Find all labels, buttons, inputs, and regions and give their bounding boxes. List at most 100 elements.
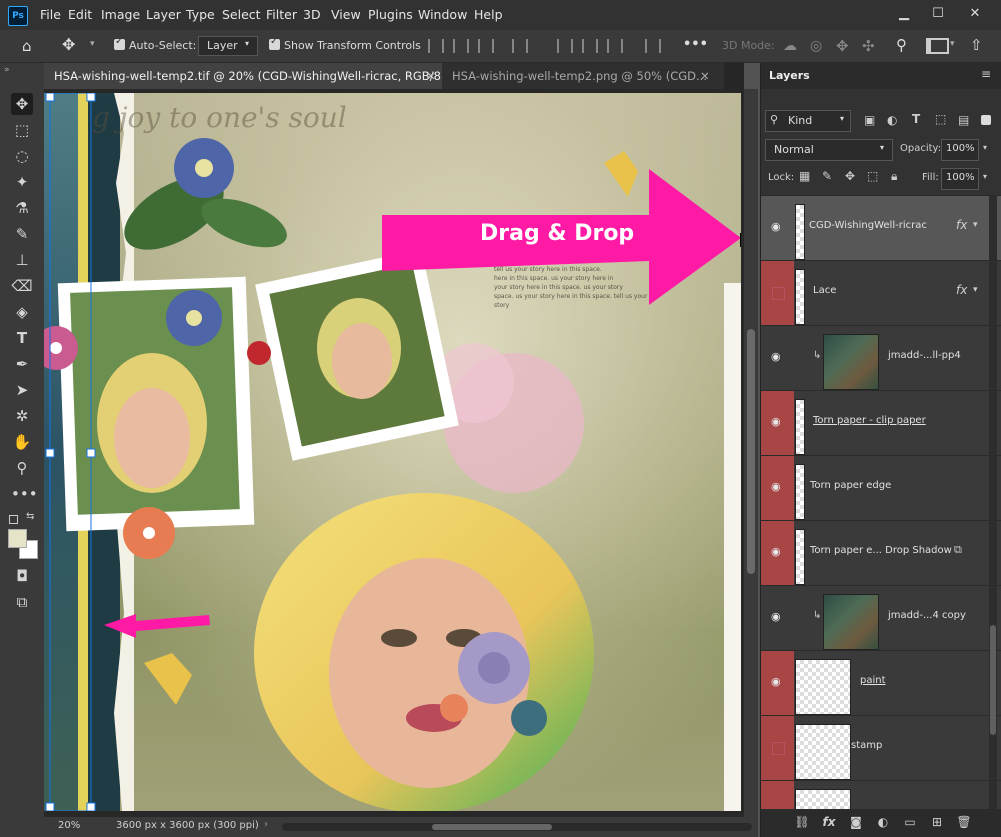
layer-name[interactable]: jmadd-...4 copy — [888, 610, 966, 621]
swap-colors-icon[interactable]: ⇆ — [26, 511, 34, 522]
marquee-tool-icon[interactable]: ⬚ — [11, 119, 33, 141]
more-options-icon[interactable]: ••• — [683, 37, 708, 52]
layer-row[interactable]: Lace fx ▾ — [761, 260, 1001, 325]
move-tool-icon[interactable]: ✥ — [11, 93, 33, 115]
visibility-toggle[interactable] — [761, 781, 794, 810]
chevron-down-icon[interactable]: ▾ — [950, 39, 955, 49]
tab-active-document[interactable]: HSA-wishing-well-temp2.tif @ 20% (CGD-Wi… — [44, 63, 448, 109]
layer-name[interactable]: paint — [860, 675, 886, 686]
foreground-color-swatch[interactable] — [8, 529, 27, 548]
visibility-toggle[interactable]: ◉ — [761, 521, 794, 585]
chevron-down-icon[interactable]: ▾ — [973, 285, 978, 295]
layer-name[interactable]: Torn paper e... Drop Shadow — [810, 545, 952, 556]
roll-3d-icon[interactable]: ◎ — [810, 38, 822, 54]
align-top-icon[interactable] — [557, 39, 573, 53]
orbit-3d-icon[interactable]: ☁ — [783, 38, 797, 54]
filter-type-icon[interactable]: T — [912, 112, 920, 126]
fx-icon[interactable]: fx — [956, 218, 967, 232]
fx-icon[interactable]: fx — [821, 815, 837, 831]
align-middle-icon[interactable] — [582, 39, 598, 53]
lock-transparent-icon[interactable]: ▦ — [799, 169, 810, 183]
layer-row[interactable]: ◉ Torn paper edge — [761, 455, 1001, 520]
pan-3d-icon[interactable]: ✥ — [836, 37, 849, 55]
workspace-icon[interactable] — [926, 38, 949, 54]
layer-name[interactable]: Lace — [813, 285, 836, 296]
close-button[interactable]: ✕ — [958, 0, 992, 30]
close-tab-icon[interactable]: ✕ — [426, 63, 436, 89]
distribute-icon[interactable] — [512, 39, 528, 53]
distribute-vertical-icon[interactable] — [645, 39, 661, 53]
menu-layer[interactable]: Layer — [146, 7, 181, 22]
visibility-toggle[interactable]: ◉ — [761, 326, 794, 390]
panel-title[interactable]: Layers — [769, 69, 810, 82]
opacity-input[interactable]: 100% — [941, 139, 979, 161]
layer-row[interactable]: stamp — [761, 715, 1001, 780]
layer-name[interactable]: CGD-WishingWell-ricrac — [809, 220, 927, 231]
menu-window[interactable]: Window — [418, 7, 467, 22]
filter-smart-icon[interactable]: ▤ — [958, 113, 969, 127]
filter-adjustment-icon[interactable]: ◐ — [887, 113, 897, 127]
eraser-tool-icon[interactable]: ⌫ — [11, 275, 33, 297]
menu-help[interactable]: Help — [474, 7, 503, 22]
blend-mode-dropdown[interactable]: Normal ▾ — [765, 139, 893, 161]
zoom-tool-icon[interactable]: ⚲ — [11, 457, 33, 479]
scrollbar-thumb[interactable] — [747, 329, 755, 574]
menu-plugins[interactable]: Plugins — [368, 7, 413, 22]
align-right-icon[interactable] — [478, 39, 494, 53]
panel-menu-icon[interactable]: ≡ — [981, 67, 991, 81]
layer-name[interactable]: Torn paper - clip paper — [813, 415, 926, 426]
magic-wand-icon[interactable]: ✦ — [11, 171, 33, 193]
layer-name[interactable]: Torn paper edge — [810, 480, 891, 491]
layer-row[interactable] — [761, 780, 1001, 810]
link-icon[interactable]: ⛓ — [794, 815, 810, 831]
menu-3d[interactable]: 3D — [303, 7, 321, 22]
filter-pixel-icon[interactable]: ▣ — [864, 113, 875, 127]
visibility-toggle[interactable]: ◉ — [761, 651, 794, 715]
auto-select-checkbox[interactable] — [114, 36, 125, 50]
visibility-toggle[interactable]: ◉ — [761, 196, 794, 260]
layer-row[interactable]: ◉ Torn paper - clip paper — [761, 390, 1001, 455]
menu-view[interactable]: View — [331, 7, 361, 22]
align-left-icon[interactable] — [428, 39, 444, 53]
mask-icon[interactable]: ◙ — [848, 815, 864, 831]
zoom-level[interactable]: 20% — [58, 820, 80, 831]
chevron-right-icon[interactable]: › — [264, 819, 268, 830]
layer-name[interactable]: stamp — [851, 740, 882, 751]
chevron-down-icon[interactable]: ▾ — [973, 220, 978, 230]
type-tool-icon[interactable]: T — [11, 327, 33, 349]
close-tab-icon[interactable]: ✕ — [700, 63, 710, 89]
slide-3d-icon[interactable]: ✣ — [862, 37, 875, 55]
layer-row[interactable]: ◉ Torn paper e... Drop Shadow ⧉ — [761, 520, 1001, 585]
filter-kind-dropdown[interactable]: ⚲ Kind ▾ — [765, 110, 851, 132]
hand-tool-icon[interactable]: ✋ — [11, 431, 33, 453]
layer-row[interactable]: ◉ paint — [761, 650, 1001, 715]
lock-image-icon[interactable]: ✎ — [822, 169, 832, 183]
share-icon[interactable]: ⇧ — [970, 36, 983, 54]
menu-file[interactable]: File — [40, 7, 61, 22]
menu-type[interactable]: Type — [186, 7, 215, 22]
default-colors-icon[interactable] — [9, 515, 18, 524]
align-bottom-icon[interactable] — [607, 39, 623, 53]
collapse-icon[interactable]: » — [4, 65, 10, 75]
filter-toggle[interactable] — [981, 115, 991, 125]
more-tools-icon[interactable]: ••• — [11, 483, 38, 505]
visibility-toggle[interactable] — [761, 261, 794, 325]
menu-select[interactable]: Select — [222, 7, 261, 22]
move-tool-icon[interactable]: ✥ — [62, 35, 82, 55]
visibility-toggle[interactable] — [761, 716, 794, 780]
new-layer-icon[interactable]: ⊞ — [929, 815, 945, 831]
path-select-icon[interactable]: ➤ — [11, 379, 33, 401]
trash-icon[interactable]: 🗑︎ — [956, 815, 972, 831]
brush-tool-icon[interactable]: ✎ — [11, 223, 33, 245]
paint-bucket-icon[interactable]: ◈ — [11, 301, 33, 323]
chevron-down-icon[interactable]: ▾ — [983, 172, 987, 181]
menu-filter[interactable]: Filter — [266, 7, 297, 22]
layers-scrollbar[interactable] — [989, 195, 997, 809]
photoshop-logo-icon[interactable]: Ps — [8, 6, 28, 26]
horizontal-scrollbar[interactable] — [282, 823, 752, 831]
visibility-toggle[interactable]: ◉ — [761, 586, 794, 650]
pen-tool-icon[interactable]: ✒ — [11, 353, 33, 375]
filter-shape-icon[interactable]: ⬚ — [935, 112, 946, 126]
lock-artboard-icon[interactable]: ⬚ — [867, 169, 878, 183]
fill-input[interactable]: 100% — [941, 168, 979, 190]
